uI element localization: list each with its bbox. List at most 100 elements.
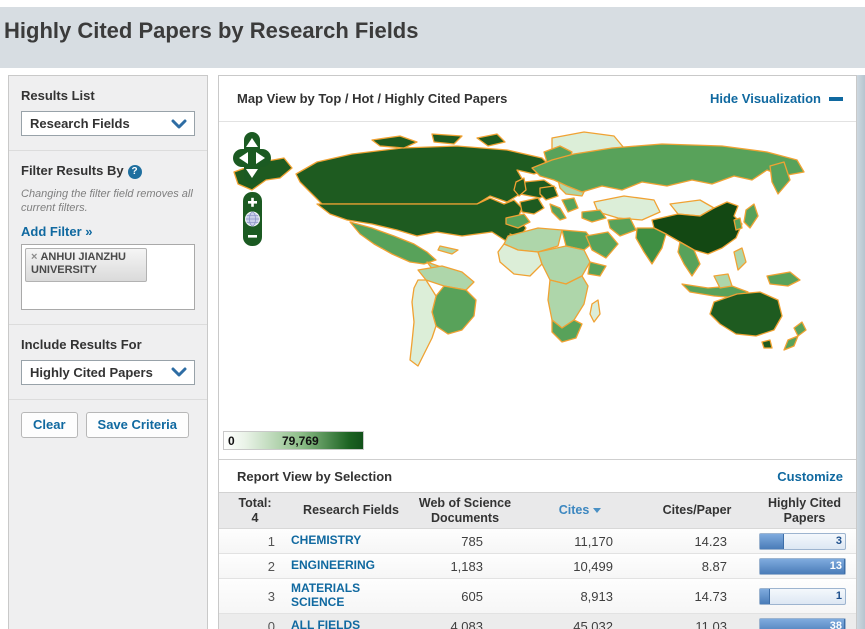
main-panel: Map View by Top / Hot / Highly Cited Pap… <box>218 75 857 629</box>
cites-per-paper: 14.73 <box>694 588 727 604</box>
filter-tag-label: ANHUI JIANZHU UNIVERSITY <box>31 250 126 277</box>
field-link[interactable]: ENGINEERING <box>291 558 411 573</box>
globe-icon <box>245 211 260 227</box>
pan-control[interactable] <box>233 132 271 184</box>
col-cites-sort[interactable]: Cites <box>519 503 641 517</box>
remove-filter-icon[interactable]: × <box>31 251 37 263</box>
map-region <box>519 197 545 215</box>
include-results-selected: Highly Cited Papers <box>30 364 153 380</box>
map-legend: 0 79,769 <box>223 431 364 450</box>
map-region <box>585 231 619 259</box>
rank: 0 <box>267 618 275 629</box>
highly-cited-bar: 1 <box>759 587 846 605</box>
map-region <box>371 135 418 149</box>
rank: 3 <box>267 588 275 604</box>
include-results-dropdown[interactable]: Highly Cited Papers <box>21 359 195 385</box>
map-region <box>793 321 807 337</box>
highly-cited-value: 3 <box>835 534 842 547</box>
map-region <box>549 203 567 221</box>
wos-documents: 785 <box>461 533 483 549</box>
scrollbar[interactable] <box>857 75 865 629</box>
bar-fill <box>760 533 784 549</box>
highly-cited-bar: 3 <box>759 532 846 550</box>
wos-documents: 1,183 <box>450 558 483 574</box>
report-table: Total: 4 Research Fields Web of Science D… <box>219 492 856 629</box>
cites: 10,499 <box>573 558 613 574</box>
map-view-title: Map View by Top / Hot / Highly Cited Pap… <box>237 91 508 106</box>
map-region <box>587 261 607 277</box>
map-region <box>607 217 637 237</box>
col-total: Total: 4 <box>238 496 272 525</box>
results-list-heading: Results List <box>21 88 95 103</box>
map-region <box>589 299 601 323</box>
zoom-control[interactable] <box>243 192 262 246</box>
hide-visualization-link[interactable]: Hide Visualization <box>710 91 843 106</box>
filter-tag[interactable]: × ANHUI JIANZHU UNIVERSITY <box>25 247 147 283</box>
filter-section: Filter Results By? Changing the filter f… <box>9 151 207 325</box>
world-map[interactable] <box>222 124 852 424</box>
include-results-section: Include Results For Highly Cited Papers <box>9 325 207 400</box>
col-wos-documents: Web of Science Documents <box>418 496 512 525</box>
map-region <box>761 339 773 349</box>
highly-cited-bar-cell: 1 <box>753 587 856 605</box>
map-region <box>437 245 459 255</box>
highly-cited-bar-cell: 38 <box>753 617 856 629</box>
highly-cited-bar: 13 <box>759 557 846 575</box>
page-title: Highly Cited Papers by Research Fields <box>4 18 419 43</box>
map-area <box>219 122 856 429</box>
map-region <box>635 227 667 265</box>
table-row: 1 CHEMISTRY 785 11,170 14.23 3 <box>219 529 856 554</box>
add-filter-link[interactable]: Add Filter » <box>21 224 93 239</box>
clear-button[interactable]: Clear <box>21 411 78 438</box>
map-region <box>539 185 559 201</box>
chevron-down-icon <box>171 119 187 128</box>
results-list-section: Results List Research Fields <box>9 76 207 151</box>
table-row: 0 ALL FIELDS 4,083 45,032 11.03 38 <box>219 614 856 629</box>
map-region <box>316 197 527 245</box>
map-region <box>476 133 506 147</box>
table-header-row: Total: 4 Research Fields Web of Science D… <box>219 492 856 529</box>
map-region <box>431 285 477 335</box>
bar-fill <box>760 588 771 604</box>
map-view-header: Map View by Top / Hot / Highly Cited Pap… <box>219 76 856 122</box>
minus-icon <box>829 96 843 101</box>
sidebar-buttons: Clear Save Criteria <box>9 400 207 450</box>
report-view-header: Report View by Selection Customize <box>219 459 856 492</box>
map-region <box>743 203 759 229</box>
map-region <box>766 271 801 287</box>
highly-cited-value: 38 <box>829 619 842 629</box>
filter-heading: Filter Results By? <box>21 163 195 179</box>
highly-cited-value: 1 <box>835 589 842 602</box>
highly-cited-bar: 38 <box>759 617 846 629</box>
help-icon[interactable]: ? <box>127 165 142 179</box>
field-link[interactable]: MATERIALS SCIENCE <box>291 581 386 610</box>
highly-cited-value: 13 <box>829 559 842 572</box>
customize-link[interactable]: Customize <box>777 469 843 484</box>
cites-per-paper: 11.03 <box>695 618 727 629</box>
chevron-down-icon <box>171 367 187 377</box>
field-link[interactable]: ALL FIELDS <box>291 618 411 629</box>
map-region <box>561 197 579 213</box>
field-link[interactable]: CHEMISTRY <box>291 533 411 548</box>
page-header: Highly Cited Papers by Research Fields <box>0 7 865 68</box>
legend-max-value: 79,769 <box>282 434 319 448</box>
col-cites-per-paper: Cites/Paper <box>662 503 732 518</box>
results-list-selected: Research Fields <box>30 116 130 131</box>
map-region <box>733 247 747 271</box>
results-list-dropdown[interactable]: Research Fields <box>21 111 195 136</box>
cites-per-paper: 8.87 <box>701 558 727 574</box>
map-region <box>431 133 463 145</box>
map-region <box>547 275 589 329</box>
sidebar: Results List Research Fields Filter Resu… <box>8 75 208 629</box>
wos-documents: 605 <box>461 588 483 604</box>
col-highly-cited: Highly Cited Papers <box>768 496 841 525</box>
map-controls <box>231 130 275 253</box>
report-view-title: Report View by Selection <box>237 468 393 484</box>
legend-min-value: 0 <box>228 434 235 448</box>
save-criteria-button[interactable]: Save Criteria <box>85 411 190 438</box>
zoom-out-icon <box>248 235 257 238</box>
filter-box: × ANHUI JIANZHU UNIVERSITY <box>21 243 195 310</box>
highly-cited-bar-cell: 13 <box>753 557 856 575</box>
table-row: 2 ENGINEERING 1,183 10,499 8.87 13 <box>219 554 856 579</box>
map-region <box>713 273 733 289</box>
